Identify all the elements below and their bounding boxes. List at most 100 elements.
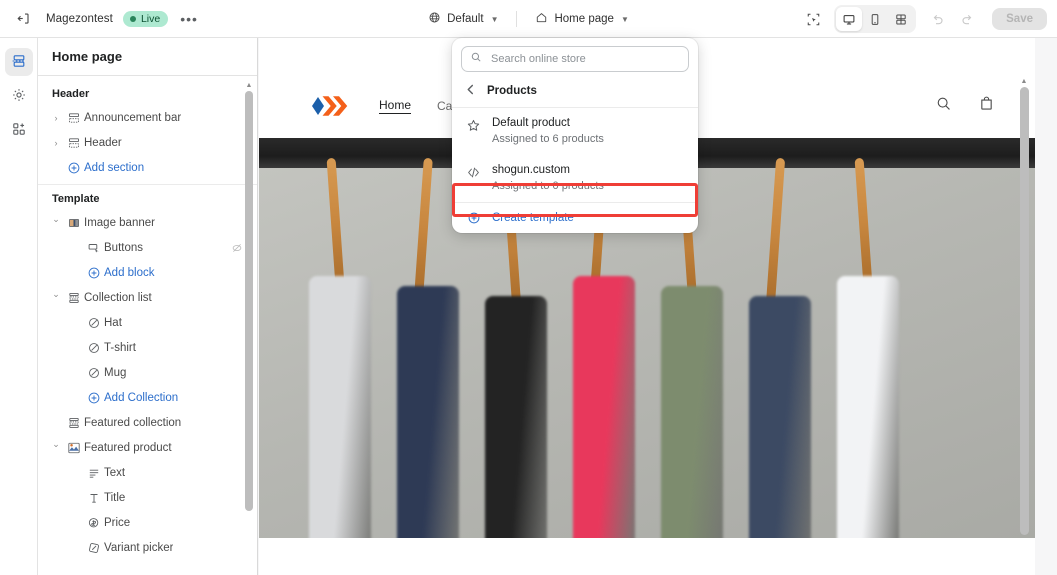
sidebar-item-image-banner[interactable]: ⌄ Image banner bbox=[38, 210, 257, 235]
preview-scroll-thumb[interactable] bbox=[1019, 87, 1029, 535]
eye-off-icon[interactable] bbox=[231, 242, 243, 254]
sidebar-group-label: Template bbox=[52, 193, 100, 205]
preview-scrollbar[interactable]: ▲ bbox=[1017, 78, 1031, 569]
mobile-icon[interactable] bbox=[862, 7, 888, 31]
collection-icon bbox=[64, 291, 84, 305]
preview-bottom bbox=[259, 538, 1035, 575]
inspector-icon[interactable] bbox=[800, 6, 826, 32]
template-item-text: shogun.custom Assigned to 0 products bbox=[492, 163, 604, 194]
status-badge: Live bbox=[122, 10, 169, 27]
search-icon bbox=[470, 50, 482, 68]
template-item-subtitle: Assigned to 0 products bbox=[492, 180, 604, 192]
sidebar-item-collection-list[interactable]: ⌄ Collection list bbox=[38, 285, 257, 310]
sidebar-item-variant-picker[interactable]: Variant picker bbox=[38, 535, 257, 560]
sidebar-item-announcement-bar[interactable]: › Announcement bar bbox=[38, 105, 257, 130]
rail-item-apps[interactable] bbox=[5, 116, 33, 144]
sidebar-item-text[interactable]: Text bbox=[38, 460, 257, 485]
template-list: Default product Assigned to 6 products sho… bbox=[452, 108, 698, 202]
chevron-down-icon[interactable]: ⌄ bbox=[48, 289, 64, 300]
sidebar-scroll-thumb[interactable] bbox=[245, 91, 253, 511]
template-picker-popover: Products Default product Assigned to 6 pr… bbox=[452, 38, 698, 233]
chevron-down-icon: ▼ bbox=[490, 14, 499, 24]
page-label: Home page bbox=[554, 13, 614, 25]
sidebar-item-label: Text bbox=[104, 466, 126, 479]
store-name: Magezontest bbox=[46, 12, 113, 25]
search-field[interactable] bbox=[461, 46, 689, 72]
sidebar-item-add-section[interactable]: Add section bbox=[38, 155, 257, 180]
sidebar-item-label: Hat bbox=[104, 316, 122, 329]
page-selector[interactable]: Home page ▼ bbox=[527, 7, 636, 31]
chevron-right-icon[interactable]: › bbox=[48, 113, 64, 123]
template-item[interactable]: Default product Assigned to 6 products bbox=[452, 108, 698, 155]
sidebar-item-price[interactable]: Price bbox=[38, 510, 257, 535]
tag-icon bbox=[84, 316, 104, 330]
create-template-button[interactable]: Create template bbox=[452, 202, 698, 233]
rail-item-settings[interactable] bbox=[5, 82, 33, 110]
garment bbox=[749, 296, 811, 538]
collection-icon bbox=[64, 416, 84, 430]
theme-editor-app: Magezontest Live ••• Default ▼ Home page… bbox=[0, 0, 1057, 575]
sidebar-item-add-collection[interactable]: Add Collection bbox=[38, 385, 257, 410]
chevron-down-icon[interactable]: ⌄ bbox=[48, 439, 64, 450]
section-list: Header › Announcement bar › Header Add sectio… bbox=[38, 80, 257, 560]
section-icon bbox=[64, 111, 84, 125]
fullscreen-icon[interactable] bbox=[888, 7, 914, 31]
sidebar-item-label: Buttons bbox=[104, 241, 143, 254]
search-input[interactable] bbox=[489, 52, 680, 66]
sidebar-item-title[interactable]: Title bbox=[38, 485, 257, 510]
redo-icon[interactable] bbox=[954, 6, 980, 32]
storefront-nav-home[interactable]: Home bbox=[379, 98, 412, 114]
sidebar-item-mug[interactable]: Mug bbox=[38, 360, 257, 385]
hanger-hook bbox=[326, 157, 345, 287]
undo-icon[interactable] bbox=[924, 6, 950, 32]
apps-icon bbox=[11, 121, 27, 140]
theme-selector[interactable]: Default ▼ bbox=[420, 7, 506, 31]
scroll-up-icon[interactable]: ▲ bbox=[1021, 78, 1028, 85]
search-icon[interactable] bbox=[935, 95, 952, 117]
garment bbox=[837, 276, 899, 538]
rail-item-sections[interactable] bbox=[4, 48, 33, 76]
sidebar-item-buttons[interactable]: Buttons bbox=[38, 235, 257, 260]
chevron-right-icon[interactable]: › bbox=[48, 138, 64, 148]
status-dot-icon bbox=[129, 15, 136, 22]
garment bbox=[661, 286, 723, 538]
hanger-hook bbox=[854, 157, 873, 287]
top-bar-right: Save bbox=[800, 0, 1047, 38]
cart-icon[interactable] bbox=[978, 95, 995, 117]
template-item-subtitle: Assigned to 6 products bbox=[492, 133, 604, 145]
sidebar-item-featured-collection[interactable]: Featured collection bbox=[38, 410, 257, 435]
top-bar: Magezontest Live ••• Default ▼ Home page… bbox=[0, 0, 1057, 38]
globe-icon bbox=[428, 11, 441, 27]
plus-circle-icon bbox=[84, 266, 104, 280]
toolbar-divider bbox=[516, 11, 518, 27]
plus-circle-icon bbox=[84, 391, 104, 405]
sidebar-item-add-block[interactable]: Add block bbox=[38, 260, 257, 285]
home-icon bbox=[535, 11, 548, 27]
gear-icon bbox=[11, 87, 27, 106]
chevron-down-icon[interactable]: ⌄ bbox=[48, 214, 64, 225]
sidebar-item-featured-product[interactable]: ⌄ Featured product bbox=[38, 435, 257, 460]
popover-header[interactable]: Products bbox=[452, 79, 698, 108]
sidebar-scrollbar[interactable]: ▲ bbox=[243, 82, 255, 573]
template-item[interactable]: shogun.custom Assigned to 0 products bbox=[452, 155, 698, 202]
sidebar-item-hat[interactable]: Hat bbox=[38, 310, 257, 335]
sidebar-item-header[interactable]: › Header bbox=[38, 130, 257, 155]
variant-icon bbox=[84, 541, 104, 555]
garment bbox=[573, 276, 635, 538]
sidebar-item-label: Add Collection bbox=[104, 391, 179, 404]
chevron-left-icon[interactable] bbox=[466, 84, 475, 98]
sidebar-scroll-area: Header › Announcement bar › Header Add sectio… bbox=[38, 76, 257, 575]
scroll-up-icon[interactable]: ▲ bbox=[246, 82, 253, 89]
more-options-button[interactable]: ••• bbox=[178, 12, 200, 26]
sidebar-item-label: Featured product bbox=[84, 441, 172, 454]
exit-icon[interactable] bbox=[10, 6, 36, 32]
tag-icon bbox=[84, 366, 104, 380]
sidebar-item-label: Variant picker bbox=[104, 541, 174, 554]
sidebar-item-t-shirt[interactable]: T-shirt bbox=[38, 335, 257, 360]
save-button[interactable]: Save bbox=[992, 8, 1047, 30]
sidebar-item-label: Image banner bbox=[84, 216, 155, 229]
image-icon bbox=[64, 216, 84, 230]
theme-label: Default bbox=[447, 13, 484, 25]
text-icon bbox=[84, 466, 104, 480]
desktop-icon[interactable] bbox=[836, 7, 863, 31]
